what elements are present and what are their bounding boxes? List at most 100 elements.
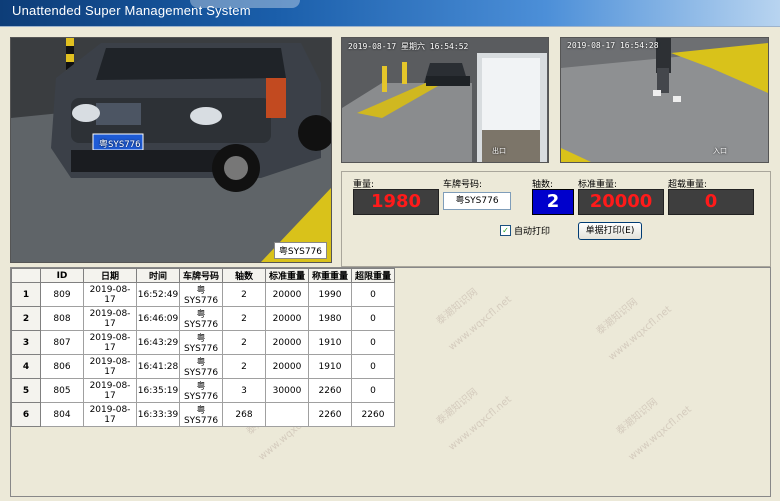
table-cell[interactable]: 16:33:39 (136, 402, 180, 427)
table-cell[interactable]: 2 (222, 306, 266, 331)
row-header-cell[interactable]: 1 (11, 282, 41, 307)
table-cell[interactable]: 2260 (308, 378, 352, 403)
column-header[interactable]: 轴数 (222, 268, 266, 283)
row-header-cell[interactable]: 5 (11, 378, 41, 403)
checkbox-check-icon[interactable]: ✓ (500, 225, 511, 236)
plate-recognition-label: 粤SYS776 (273, 242, 327, 259)
table-cell[interactable]: 1980 (308, 306, 352, 331)
table-cell[interactable]: 0 (351, 330, 395, 355)
exit-camera-scene (342, 38, 548, 162)
table-cell[interactable]: 2 (222, 354, 266, 379)
axle-count-display: 2 (532, 189, 574, 215)
row-header-cell[interactable]: 6 (11, 402, 41, 427)
column-header[interactable]: 称重重量 (308, 268, 352, 283)
table-cell[interactable]: 30000 (265, 378, 309, 403)
table-cell[interactable]: 805 (40, 378, 84, 403)
table-cell[interactable]: 2019-08-17 (83, 402, 137, 427)
entry-camera-scene (561, 38, 768, 162)
exit-camera-view: 2019-08-17 星期六 16:54:52 出口 (341, 37, 549, 163)
exit-sign-text: 出口 (492, 147, 506, 155)
column-header[interactable]: 日期 (83, 268, 137, 283)
table-cell[interactable]: 16:46:09 (136, 306, 180, 331)
table-cell[interactable]: 2 (222, 282, 266, 307)
column-header[interactable] (11, 268, 41, 283)
table-cell[interactable]: 20000 (265, 306, 309, 331)
table-cell[interactable]: 20000 (265, 354, 309, 379)
table-cell[interactable]: 16:43:29 (136, 330, 180, 355)
table-row[interactable]: 1 809 2019-08-17 16:52:49 粤SYS776 2 20000 1990 0 (11, 282, 395, 307)
table-cell[interactable]: 804 (40, 402, 84, 427)
table-row[interactable]: 4 806 2019-08-17 16:41:28 粤SYS776 2 20000 1910 0 (11, 354, 395, 379)
table-cell[interactable]: 16:41:28 (136, 354, 180, 379)
table-cell[interactable]: 2260 (351, 402, 395, 427)
table-cell[interactable]: 2019-08-17 (83, 306, 137, 331)
table-cell[interactable]: 807 (40, 330, 84, 355)
table-cell[interactable]: 粤SYS776 (179, 306, 223, 331)
main-content: 粤SYS776 粤SYS776 2019-08-17 星期六 16:54:52 … (0, 26, 780, 501)
weighing-records-table: ID 日期 时间 车牌号码 轴数 标准重量 称重重量 超限重量 1 809 2019… (11, 268, 395, 427)
plate-number-field[interactable]: 粤SYS776 (443, 192, 511, 210)
watermark-text: 泰潮知识网 (594, 296, 640, 338)
watermark-text: 泰潮知识网 (614, 396, 660, 438)
table-cell[interactable]: 2019-08-17 (83, 330, 137, 355)
table-row[interactable]: 6 804 2019-08-17 16:33:39 粤SYS776 268 2260 2260 (11, 402, 395, 427)
column-header[interactable]: 时间 (136, 268, 180, 283)
table-cell[interactable]: 粤SYS776 (179, 330, 223, 355)
records-table-area: 泰潮知识网 www.wqxcfl.net 泰潮知识网 www.wqxcfl.ne… (10, 267, 771, 497)
table-cell[interactable]: 0 (351, 306, 395, 331)
app-title: Unattended Super Management System (12, 3, 251, 18)
table-cell[interactable]: 1910 (308, 330, 352, 355)
watermark-text: 泰潮知识网 (434, 386, 480, 428)
table-row[interactable]: 5 805 2019-08-17 16:35:19 粤SYS776 3 30000 2260 0 (11, 378, 395, 403)
table-cell[interactable]: 粤SYS776 (179, 378, 223, 403)
watermark-url: www.wqxcfl.net (446, 394, 514, 453)
table-cell[interactable]: 268 (222, 402, 266, 427)
table-cell[interactable]: 2 (222, 330, 266, 355)
table-cell[interactable]: 粤SYS776 (179, 354, 223, 379)
weighing-panel: 重量: 1980 车牌号码: 粤SYS776 轴数: 2 标准重量: 20000… (341, 171, 771, 267)
table-cell[interactable]: 1990 (308, 282, 352, 307)
table-cell[interactable] (265, 402, 309, 427)
table-cell[interactable]: 1910 (308, 354, 352, 379)
watermark-text: 泰潮知识网 (434, 286, 480, 328)
column-header[interactable]: 车牌号码 (179, 268, 223, 283)
table-header-row: ID 日期 时间 车牌号码 轴数 标准重量 称重重量 超限重量 (11, 268, 395, 283)
main-camera-view: 粤SYS776 粤SYS776 (10, 37, 332, 263)
table-cell[interactable]: 809 (40, 282, 84, 307)
row-header-cell[interactable]: 4 (11, 354, 41, 379)
table-cell[interactable]: 2019-08-17 (83, 378, 137, 403)
table-cell[interactable]: 808 (40, 306, 84, 331)
table-cell[interactable]: 3 (222, 378, 266, 403)
watermark-url: www.wqxcfl.net (606, 304, 674, 363)
main-camera-scene (11, 38, 331, 262)
table-body: 1 809 2019-08-17 16:52:49 粤SYS776 2 20000 1990 0… (11, 282, 395, 427)
row-header-cell[interactable]: 3 (11, 330, 41, 355)
table-cell[interactable]: 粤SYS776 (179, 402, 223, 427)
table-cell[interactable]: 0 (351, 378, 395, 403)
row-header-cell[interactable]: 2 (11, 306, 41, 331)
table-cell[interactable]: 2260 (308, 402, 352, 427)
table-cell[interactable]: 20000 (265, 330, 309, 355)
column-header[interactable]: ID (40, 268, 84, 283)
print-receipt-button[interactable]: 单据打印(E) (578, 222, 642, 240)
table-cell[interactable]: 16:35:19 (136, 378, 180, 403)
table-cell[interactable]: 806 (40, 354, 84, 379)
table-row[interactable]: 2 808 2019-08-17 16:46:09 粤SYS776 2 20000 1980 0 (11, 306, 395, 331)
table-row[interactable]: 3 807 2019-08-17 16:43:29 粤SYS776 2 20000 1910 0 (11, 330, 395, 355)
column-header[interactable]: 超限重量 (351, 268, 395, 283)
table-cell[interactable]: 0 (351, 282, 395, 307)
entry-sign-text: 入口 (713, 147, 727, 155)
table-cell[interactable]: 2019-08-17 (83, 354, 137, 379)
auto-print-label: 自动打印 (514, 227, 551, 237)
column-header[interactable]: 标准重量 (265, 268, 309, 283)
auto-print-checkbox[interactable]: ✓ 自动打印 (500, 224, 550, 237)
exit-camera-timestamp: 2019-08-17 星期六 16:54:52 (348, 42, 469, 51)
table-cell[interactable]: 0 (351, 354, 395, 379)
table-cell[interactable]: 20000 (265, 282, 309, 307)
table-cell[interactable]: 粤SYS776 (179, 282, 223, 307)
table-cell[interactable]: 2019-08-17 (83, 282, 137, 307)
watermark-url: www.wqxcfl.net (626, 404, 694, 463)
plate-number-label: 车牌号码: (443, 180, 483, 190)
table-cell[interactable]: 16:52:49 (136, 282, 180, 307)
vehicle-plate-overlay: 粤SYS776 (99, 140, 141, 150)
